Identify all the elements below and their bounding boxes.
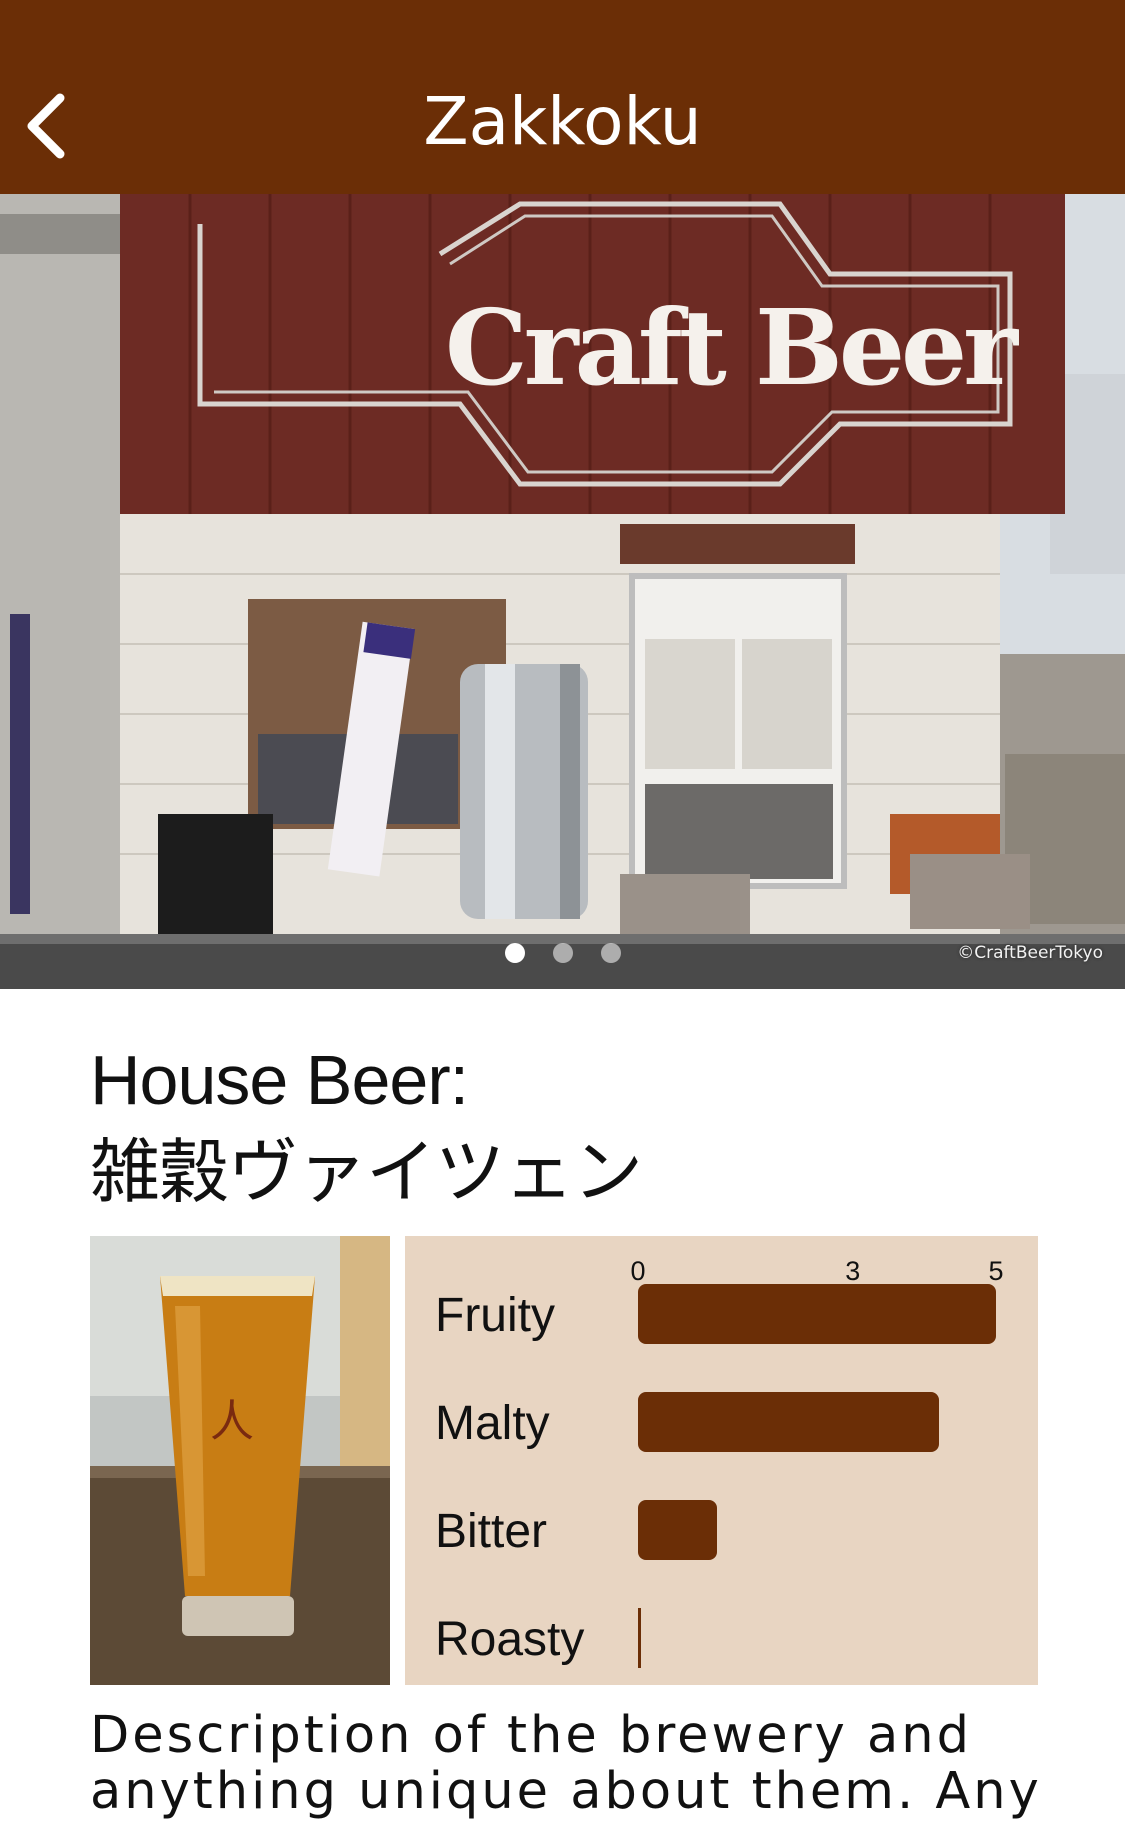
- beer-title: House Beer: 雑穀ヴァイツェン: [90, 1034, 1050, 1218]
- svg-text:Craft Beer: Craft Beer: [445, 286, 1019, 409]
- flavor-profile-chart: 0 3 5 Fruity Malty Bitter Roasty: [405, 1236, 1038, 1685]
- scale-tick-label: 3: [845, 1256, 861, 1286]
- flavor-bar-malty: [638, 1392, 939, 1452]
- flavor-bar-bitter: [638, 1500, 717, 1560]
- beer-title-line1: House Beer:: [90, 1041, 469, 1119]
- beer-glass-image: 人: [90, 1236, 390, 1685]
- flavor-bar-fruity: [638, 1284, 996, 1344]
- beer-title-line2: 雑穀ヴァイツェン: [90, 1133, 643, 1211]
- flavor-label-fruity: Fruity: [435, 1289, 555, 1342]
- beer-photo: 人: [90, 1236, 390, 1685]
- scale-tick-label: 0: [630, 1256, 646, 1286]
- photo-watermark: ©CraftBeerTokyo: [957, 943, 1103, 963]
- flavor-label-roasty: Roasty: [435, 1613, 585, 1666]
- photo-carousel[interactable]: Craft Beer ©CraftBeerTokyo: [0, 194, 1125, 989]
- svg-text:人: 人: [210, 1396, 254, 1447]
- flavor-label-bitter: Bitter: [435, 1505, 548, 1558]
- carousel-dot[interactable]: [600, 943, 621, 963]
- flavor-bar-roasty: [638, 1608, 641, 1668]
- brewery-photo: Craft Beer: [0, 194, 1125, 989]
- scale-tick-label: 5: [988, 1256, 1004, 1286]
- carousel-dot[interactable]: [504, 943, 525, 963]
- carousel-dot[interactable]: [552, 943, 573, 963]
- page-title: Zakkoku: [423, 83, 702, 160]
- brewery-description: Description of the brewery and anything …: [90, 1706, 1042, 1821]
- flavor-label-malty: Malty: [435, 1397, 550, 1450]
- nav-bar: Zakkoku: [0, 0, 1125, 194]
